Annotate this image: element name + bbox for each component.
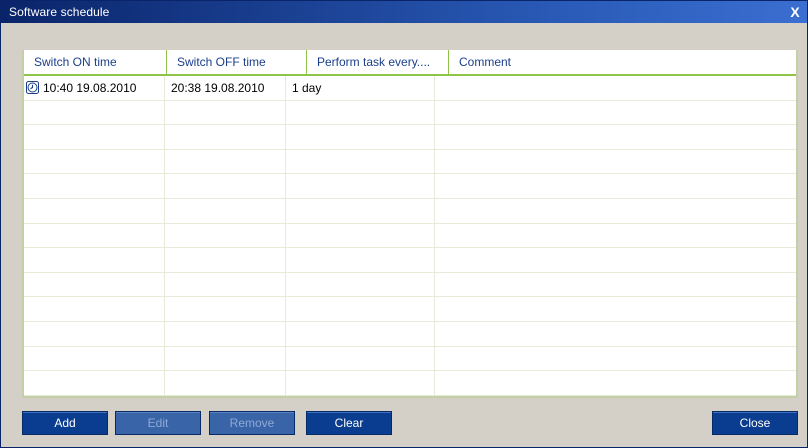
table-row[interactable]: [24, 199, 796, 224]
switch-on-time: 10:40 19.08.2010: [43, 81, 137, 95]
column-header-switch-off[interactable]: Switch OFF time: [166, 50, 304, 74]
window-title: Software schedule: [9, 5, 110, 19]
clock-icon: [26, 81, 39, 94]
table-row[interactable]: [24, 371, 796, 396]
edit-button[interactable]: Edit: [115, 411, 201, 435]
schedule-table: Switch ON time Switch OFF time Perform t…: [22, 50, 798, 398]
comment-value: [435, 76, 796, 100]
table-row[interactable]: [24, 396, 796, 397]
table-row[interactable]: [24, 125, 796, 150]
switch-off-time: 20:38 19.08.2010: [171, 81, 265, 95]
table-header: Switch ON time Switch OFF time Perform t…: [24, 50, 796, 76]
table-row[interactable]: [24, 101, 796, 126]
table-row[interactable]: [24, 248, 796, 273]
close-button[interactable]: Close: [712, 411, 798, 435]
table-row[interactable]: [24, 347, 796, 372]
close-window-icon[interactable]: X: [787, 2, 803, 22]
cell-switch-on: 10:40 19.08.2010: [24, 76, 164, 100]
clear-button[interactable]: Clear: [306, 411, 392, 435]
column-header-comment[interactable]: Comment: [448, 50, 796, 74]
perform-every-value: 1 day: [292, 81, 322, 95]
column-header-perform-every[interactable]: Perform task every....: [306, 50, 446, 74]
table-row[interactable]: [24, 322, 796, 347]
remove-button[interactable]: Remove: [209, 411, 295, 435]
software-schedule-window: Software schedule X Switch ON time Switc…: [0, 0, 808, 448]
add-button[interactable]: Add: [22, 411, 108, 435]
table-row[interactable]: [24, 174, 796, 199]
table-row[interactable]: [24, 150, 796, 175]
table-row[interactable]: [24, 297, 796, 322]
title-bar[interactable]: Software schedule X: [1, 1, 807, 23]
table-row[interactable]: 10:40 19.08.2010 20:38 19.08.2010 1 day: [24, 76, 796, 101]
table-row[interactable]: [24, 273, 796, 298]
column-header-switch-on[interactable]: Switch ON time: [24, 50, 164, 74]
table-row[interactable]: [24, 224, 796, 249]
table-body: 10:40 19.08.2010 20:38 19.08.2010 1 day: [24, 76, 796, 396]
